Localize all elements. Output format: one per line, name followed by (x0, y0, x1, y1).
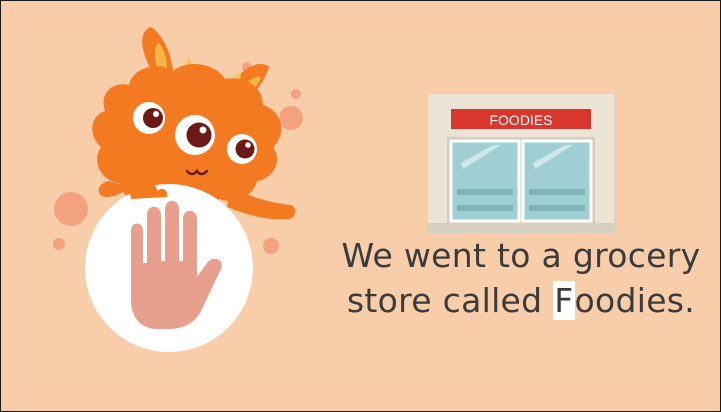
caption-line-2-start: store called (346, 281, 554, 320)
story-caption: We went to a grocery store called Foodie… (331, 233, 711, 323)
decor-dot (291, 89, 301, 99)
store-sign-text: FOODIES (489, 112, 552, 128)
monster-illustration (53, 27, 303, 352)
slide: FOODIES We went to a grocery store calle… (0, 0, 721, 412)
decor-dot (53, 238, 65, 250)
decor-dot (54, 192, 88, 226)
decor-dot (263, 238, 279, 254)
caption-line-1: We went to a grocery (341, 236, 701, 275)
caption-highlight-letter: F (553, 281, 575, 320)
decor-dot (279, 106, 303, 130)
grocery-store-icon: FOODIES (427, 93, 615, 233)
caption-line-2-end: oodies. (574, 281, 696, 320)
caption-line-2: store called Foodies. (331, 278, 711, 323)
